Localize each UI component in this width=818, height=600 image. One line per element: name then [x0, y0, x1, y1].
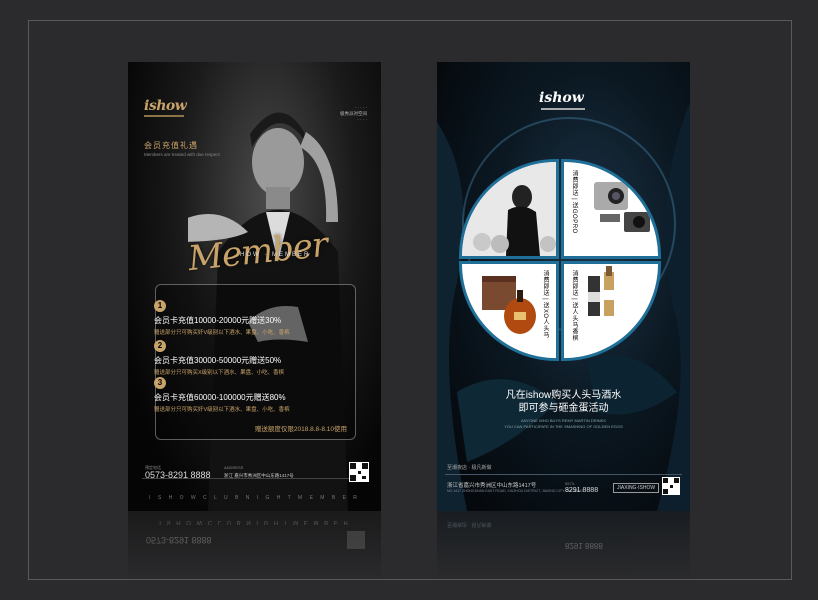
member-poster: ishow · · · · · 极秀派对空间 · · · · 会员充值礼遇 Me… — [128, 62, 381, 511]
promo-headline: 凡在ishow购买人头马酒水 即可参与砸金蛋活动 — [505, 390, 622, 414]
gopro-label: 消费即送 | 送GOPRO — [571, 170, 577, 234]
champagne-label: 消费即送 | 送人头马香槟 — [571, 270, 577, 342]
promo-subtext: ANYONE WHO BUYS REMY MARTIN DRINKS YOU C… — [504, 418, 623, 429]
tier-1: 1 会员卡充值10000-20000元赠送30% 赠送部分只可购买奸V级别以下酒… — [154, 300, 344, 336]
address-label: ADDRESS — [224, 465, 244, 470]
xo-label: 消费即送 | 送XO人头马 — [542, 270, 548, 339]
tier-3: 3 会员卡充值60000-100000元赠送80% 赠送部分只可购买奸V级别以下… — [154, 377, 344, 413]
quadrant-bottom-right: 消费即送 | 送人头马香槟 — [564, 264, 658, 358]
quadrant-top-right: 消费即送 | 送GOPRO — [564, 162, 658, 256]
phone-number: 8291 8888 — [565, 487, 599, 494]
tier-main: 会员卡充值30000-50000元赠送50% — [154, 356, 282, 365]
ishow-logo: ishow — [144, 98, 187, 114]
tier-2: 2 会员卡充值30000-50000元赠送50% 赠送部分只可购买X级别以下酒水… — [154, 340, 344, 376]
phone-area-code: 0573- — [565, 481, 576, 486]
bottom-tagline: I S H O W C L U B N I G H T M E M B E R — [149, 495, 360, 501]
reflection-tagline: I S H O W C L U B N I G H T M E M B E R — [159, 519, 350, 525]
reflection-qr — [347, 531, 365, 549]
tier-main: 会员卡充值10000-20000元赠送30% — [154, 316, 282, 325]
address-en: NO.1417 ZHONGSHAN EAST ROAD, XIUZHOU DIS… — [447, 489, 584, 493]
tier-number: 3 — [154, 377, 166, 389]
member-small-text: HOW · MEMBER — [240, 252, 311, 258]
club-note: 至潮夜店 · 极凡新做 — [447, 465, 492, 471]
reflection-note: 至潮夜店 · 极凡新做 — [447, 521, 492, 527]
logo-underline — [541, 108, 585, 110]
tier-number: 2 — [154, 340, 166, 352]
tier-note: 赠送部分只可购买X级别以下酒水、果盘、小吃、香槟 — [154, 370, 285, 376]
footer-divider — [445, 474, 682, 475]
reflection-phone: 8291 8888 — [565, 541, 603, 550]
reflection-phone: 0573-8291 8888 — [146, 535, 212, 545]
qr-code — [662, 477, 680, 495]
qr-code — [349, 462, 369, 482]
promo-poster: ishow 消费即送 | 送GOPRO 消费即送 | 送XO人头马 消费即送 |… — [437, 62, 690, 511]
prize-circle: 消费即送 | 送GOPRO 消费即送 | 送XO人头马 消费即送 | 送人头马香… — [462, 162, 658, 358]
quadrant-top-left — [462, 162, 556, 256]
tier-note: 赠送部分只可购买奸V级别以下酒水、果盘、小吃、香槟 — [154, 407, 290, 413]
tier-number: 1 — [154, 300, 166, 312]
left-poster-reflection: I S H O W C L U B N I G H T M E M B E R … — [128, 511, 381, 581]
deadline-text: 赠送额度仅限2018.8.8-8.10使用 — [254, 426, 347, 433]
ishow-logo: ishow — [539, 90, 584, 106]
address-text: 浙江省嘉兴市秀洲区中山东路1417号 — [447, 483, 537, 489]
footer-divider — [142, 478, 367, 479]
logo-underline — [144, 115, 184, 117]
bartender-photo — [462, 162, 556, 256]
quadrant-bottom-left: 消费即送 | 送XO人头马 — [462, 264, 556, 358]
tier-note: 赠送部分只可购买奸V级别以下酒水、果盘、小吃、香槟 — [154, 330, 290, 336]
right-poster-reflection: 至潮夜店 · 极凡新做 8291 8888 — [437, 511, 690, 581]
ishow-tag: JIAXING·ISHOW — [613, 483, 660, 493]
tier-main: 会员卡充值60000-100000元赠送80% — [154, 393, 286, 402]
